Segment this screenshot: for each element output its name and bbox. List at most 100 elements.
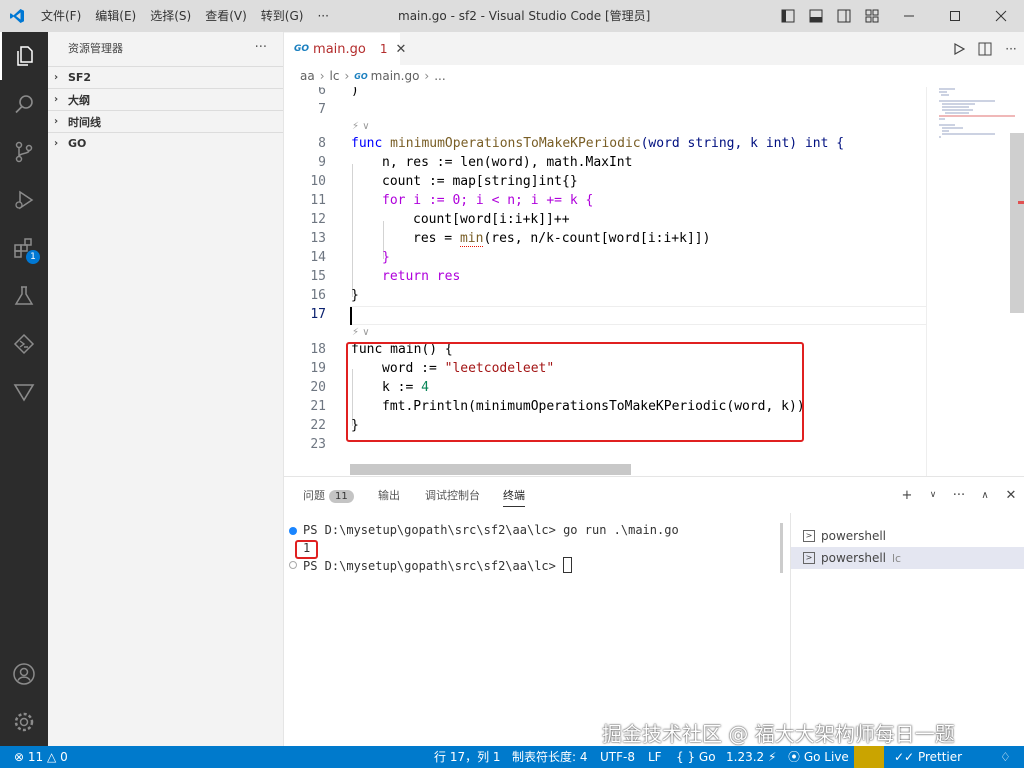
codelens-icon[interactable]: ⚡ ∨ (352, 327, 370, 338)
code-line: count := map[string]int{} (382, 174, 578, 189)
section-sf2[interactable]: › SF2 (48, 66, 283, 88)
terminal-icon: > (803, 530, 815, 542)
run-debug-icon[interactable] (0, 176, 48, 224)
line-number: 17 (310, 307, 326, 322)
cursor-position[interactable]: 行 17，列 1 (434, 746, 501, 768)
toggle-panel-icon[interactable] (802, 0, 830, 32)
breadcrumb: aa › lc › GO main.go › ... (284, 65, 1024, 87)
tab-problem-count: 1 (379, 42, 388, 56)
new-terminal-icon[interactable]: + (894, 481, 920, 509)
extensions-icon[interactable]: 1 (0, 224, 48, 272)
end-of-line[interactable]: LF (648, 746, 662, 768)
menu-file[interactable]: 文件(F) (34, 0, 88, 32)
accounts-icon[interactable] (0, 650, 48, 698)
maximize-panel-icon[interactable]: ∧ (972, 481, 998, 509)
terminal-output[interactable]: PS D:\mysetup\gopath\src\sf2\aa\lc> go r… (284, 513, 790, 747)
tab-size[interactable]: 制表符长度: 4 (512, 746, 588, 768)
search-icon[interactable] (0, 80, 48, 128)
chevron-right-icon: › (424, 69, 430, 83)
encoding[interactable]: UTF-8 (600, 746, 635, 768)
terminal-dropdown-icon[interactable]: ∨ (920, 481, 946, 509)
tab-output[interactable]: 输出 (378, 487, 400, 503)
horizontal-scrollbar[interactable] (350, 464, 631, 475)
line-number: 13 (310, 231, 326, 246)
section-label: SF2 (68, 71, 92, 84)
code-line: func minimumOperationsToMakeKPeriodic(wo… (351, 136, 845, 151)
menu-more[interactable]: ··· (310, 0, 335, 32)
codelens-icon[interactable]: ⚡ ∨ (352, 121, 370, 132)
close-tab-icon[interactable]: ✕ (396, 42, 407, 57)
language-mode[interactable]: { } Go (676, 746, 716, 768)
problems-count-badge: 11 (329, 490, 354, 503)
toggle-primary-sidebar-icon[interactable] (774, 0, 802, 32)
manage-gear-icon[interactable] (0, 698, 48, 746)
go-version[interactable]: 1.23.2 ⚡ (726, 746, 776, 768)
tab-label: main.go (313, 41, 366, 57)
code-editor[interactable]: 6 7 8 9 10 11 12 13 14 15 16 17 18 19 20… (284, 87, 926, 476)
sidebar-more-button[interactable]: ··· (255, 40, 267, 55)
activity-bar: 1 (0, 32, 48, 746)
terminal-cursor (563, 557, 573, 573)
tab-main-go[interactable]: GO main.go 1 ✕ (284, 32, 406, 65)
run-file-icon[interactable] (946, 32, 972, 65)
breadcrumb-item[interactable]: lc (330, 69, 340, 83)
breadcrumb-item[interactable]: aa (300, 69, 315, 83)
terminal-item[interactable]: > powershell (791, 525, 1024, 547)
close-panel-icon[interactable]: ✕ (998, 481, 1024, 509)
split-editor-icon[interactable] (972, 32, 998, 65)
menu-edit[interactable]: 编辑(E) (88, 0, 143, 32)
warning-icon: △ (47, 750, 57, 764)
line-number: 9 (318, 155, 326, 170)
extension-status-icon[interactable] (854, 746, 884, 768)
tab-terminal[interactable]: 终端 (503, 487, 525, 507)
editor-more-icon[interactable]: ··· (998, 32, 1024, 65)
customize-layout-icon[interactable] (858, 0, 886, 32)
source-control-icon[interactable] (0, 128, 48, 176)
line-number: 8 (318, 136, 326, 151)
problems-status[interactable]: ⊗ 11 △ 0 (14, 746, 68, 768)
highlight-box (346, 342, 804, 442)
close-window-icon[interactable] (978, 0, 1024, 32)
tab-debug-console[interactable]: 调试控制台 (425, 487, 480, 503)
line-number: 15 (310, 269, 326, 284)
line-number: 23 (310, 437, 326, 452)
line-number: 20 (310, 380, 326, 395)
section-timeline[interactable]: › 时间线 (48, 110, 283, 132)
breadcrumb-item[interactable]: ... (434, 69, 445, 83)
minimap[interactable] (926, 87, 1024, 476)
breadcrumb-item[interactable]: main.go (371, 69, 420, 83)
code-line: res = min(res, n/k-count[word[i:i+k]]) (413, 231, 711, 247)
status-bar: ⊗ 11 △ 0 行 17，列 1 制表符长度: 4 UTF-8 LF { } … (0, 746, 1024, 768)
vertical-scrollbar[interactable] (1010, 133, 1024, 313)
section-outline[interactable]: › 大纲 (48, 88, 283, 110)
tab-problems[interactable]: 问题 11 (303, 487, 354, 503)
bottom-panel: 问题 11 输出 调试控制台 终端 + ∨ ··· ∧ ✕ PS D:\myset… (284, 476, 1024, 747)
minimap-preview (939, 88, 1015, 138)
menu-go[interactable]: 转到(G) (254, 0, 311, 32)
remote-explorer-icon[interactable] (0, 320, 48, 368)
menu-selection[interactable]: 选择(S) (143, 0, 198, 32)
minimize-icon[interactable] (886, 0, 932, 32)
chevron-right-icon: › (54, 94, 59, 105)
terminal-line: PS D:\mysetup\gopath\src\sf2\aa\lc> (303, 557, 573, 573)
terminal-item[interactable]: > powershell lc (791, 547, 1024, 569)
chevron-right-icon: › (54, 72, 59, 83)
maximize-icon[interactable] (932, 0, 978, 32)
section-go[interactable]: › GO (48, 132, 283, 154)
panel-more-icon[interactable]: ··· (946, 481, 972, 509)
terminal-scrollbar[interactable] (780, 523, 783, 573)
prettier-status[interactable]: ✓✓ Prettier (894, 746, 962, 768)
toggle-secondary-sidebar-icon[interactable] (830, 0, 858, 32)
go-live-button[interactable]: ⦿ Go Live (788, 746, 849, 768)
testing-icon[interactable] (0, 272, 48, 320)
code-line: n, res := len(word), math.MaxInt (382, 155, 633, 170)
line-number: 6 (318, 87, 326, 98)
explorer-icon[interactable] (0, 32, 48, 80)
code-line: count[word[i:i+k]]++ (413, 212, 570, 227)
line-number: 10 (310, 174, 326, 189)
code-line: return res (382, 269, 461, 284)
text-cursor (350, 307, 352, 325)
vitest-icon[interactable] (0, 368, 48, 416)
menu-view[interactable]: 查看(V) (198, 0, 254, 32)
notifications-bell-icon[interactable]: ♢ (1000, 746, 1011, 768)
